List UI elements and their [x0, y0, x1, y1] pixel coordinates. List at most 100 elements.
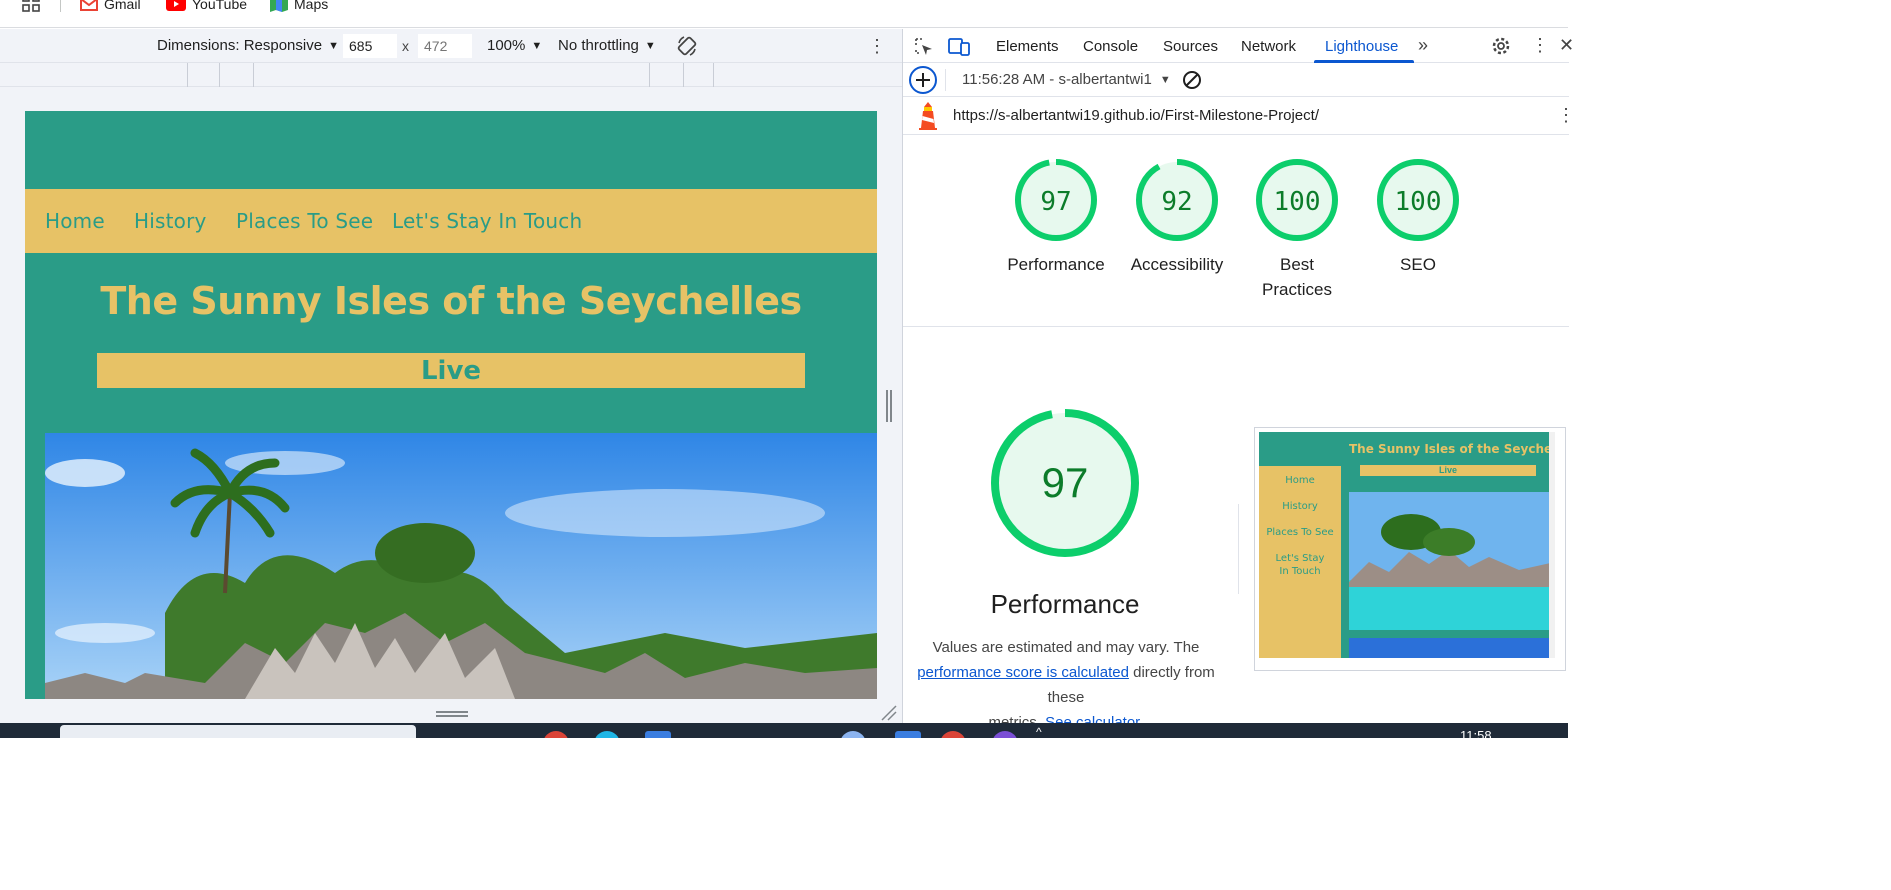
- site-nav-contact[interactable]: Let's Stay In Touch: [392, 209, 582, 233]
- tab-lighthouse[interactable]: Lighthouse: [1325, 38, 1398, 55]
- site-live-banner[interactable]: Live: [97, 353, 805, 388]
- devtools-menu-icon[interactable]: ⋮: [1531, 35, 1549, 56]
- tab-sources[interactable]: Sources: [1163, 38, 1218, 55]
- chevron-up-icon[interactable]: ^: [1036, 725, 1042, 738]
- url-menu-icon[interactable]: ⋮: [1557, 105, 1575, 126]
- gauge-label: Performance: [1007, 255, 1105, 274]
- taskbar-app-icon[interactable]: [840, 731, 866, 738]
- apps-grid-icon[interactable]: [22, 0, 40, 12]
- site-nav-history[interactable]: History: [134, 209, 207, 233]
- device-toolbar-icon[interactable]: [948, 37, 970, 57]
- hero-image: [45, 433, 877, 699]
- gauge-score: 92: [1161, 187, 1192, 217]
- resize-grip-right[interactable]: [886, 390, 892, 422]
- gauge-performance[interactable]: 97 Performance: [1001, 157, 1111, 277]
- dimensions-label: Dimensions: Responsive: [157, 37, 323, 54]
- taskbar-app-icon[interactable]: [594, 731, 620, 738]
- chevron-down-icon: ▼: [644, 39, 656, 52]
- taskbar-search[interactable]: [60, 725, 416, 738]
- youtube-icon: [166, 0, 186, 11]
- bookmarks-separator: [60, 0, 61, 12]
- performance-large-gauge: 97: [991, 409, 1139, 557]
- gauge-ring: 100: [1256, 159, 1338, 241]
- taskbar-app-icon[interactable]: [992, 731, 1018, 738]
- performance-heading: Performance: [990, 589, 1140, 619]
- taskbar-app-icon[interactable]: [543, 731, 569, 738]
- new-report-icon[interactable]: [908, 65, 938, 95]
- thumbnail-hero-image: [1349, 492, 1555, 630]
- chevron-down-icon: ▼: [1159, 73, 1171, 86]
- report-select-label: 11:56:28 AM - s-albertantwi1: [962, 71, 1152, 88]
- ruler-mark: [219, 63, 220, 87]
- zoom-dropdown[interactable]: 100% ▼: [487, 37, 542, 54]
- gauge-ring: 92: [1136, 159, 1218, 241]
- tab-elements[interactable]: Elements: [996, 38, 1059, 55]
- performance-description: Values are estimated and may vary. The p…: [899, 635, 1233, 735]
- close-devtools-icon[interactable]: ✕: [1559, 35, 1574, 56]
- tab-network[interactable]: Network: [1241, 38, 1296, 55]
- resize-grip-bottom[interactable]: [436, 711, 468, 717]
- hero-image-illustration: [45, 433, 877, 699]
- bookmark-label: Gmail: [104, 0, 141, 12]
- device-toolbar: Dimensions: Responsive ▼ x 100% ▼ No thr…: [0, 29, 902, 63]
- gauge-ring: 97: [1015, 159, 1097, 241]
- taskbar-app-icon[interactable]: [645, 731, 671, 738]
- ruler-mark: [187, 63, 188, 87]
- thumbnail-nav-item: Places To See: [1266, 527, 1334, 538]
- tab-console[interactable]: Console: [1083, 38, 1138, 55]
- gauge-score: 100: [1395, 187, 1442, 217]
- site-nav-places[interactable]: Places To See: [236, 209, 373, 233]
- thumbnail-nav-item: History: [1282, 501, 1318, 512]
- thumbnail-banner: Live: [1360, 465, 1536, 476]
- gauge-label: SEO: [1400, 255, 1436, 274]
- throttling-label: No throttling: [558, 37, 639, 54]
- gauge-ring: 100: [1377, 159, 1459, 241]
- final-screenshot-thumbnail[interactable]: Home History Places To See Let's Stay In…: [1254, 427, 1566, 671]
- devtools-tab-bar: Elements Console Sources Network Lightho…: [903, 29, 1574, 63]
- bookmark-maps[interactable]: Maps: [270, 0, 328, 12]
- resize-corner-icon[interactable]: [880, 704, 898, 722]
- section-divider: [903, 326, 1569, 327]
- ruler-mark: [649, 63, 650, 87]
- thumbnail-nav-item: Let's Stay In Touch: [1275, 553, 1325, 577]
- report-bar-divider: [945, 69, 946, 91]
- ruler-mark: [253, 63, 254, 87]
- clear-report-icon[interactable]: [1181, 69, 1203, 91]
- media-query-ruler[interactable]: [0, 63, 902, 87]
- performance-score-link[interactable]: performance score is calculated: [917, 664, 1129, 681]
- bookmark-gmail[interactable]: Gmail: [80, 0, 141, 12]
- gauge-best-practices[interactable]: 100 Best Practices: [1242, 157, 1352, 302]
- settings-gear-icon[interactable]: [1491, 36, 1511, 56]
- height-input[interactable]: [418, 34, 472, 58]
- taskbar-chrome-icon[interactable]: [940, 731, 966, 738]
- bookmark-youtube[interactable]: YouTube: [166, 0, 247, 12]
- lighthouse-report-bar: 11:56:28 AM - s-albertantwi1 ▼: [903, 63, 1569, 97]
- width-input[interactable]: [343, 34, 397, 58]
- audited-url-bar: https://s-albertantwi19.github.io/First-…: [903, 97, 1575, 135]
- dimensions-dropdown[interactable]: Dimensions: Responsive ▼: [157, 37, 339, 54]
- gauge-accessibility[interactable]: 92 Accessibility: [1122, 157, 1232, 277]
- thumbnail-scrollbar: [1549, 432, 1555, 658]
- gauge-label: Best Practices: [1262, 255, 1332, 299]
- inspect-element-icon[interactable]: [914, 37, 934, 57]
- chevron-down-icon: ▼: [328, 39, 339, 52]
- site-nav-home[interactable]: Home: [45, 209, 105, 233]
- report-select[interactable]: 11:56:28 AM - s-albertantwi1 ▼: [962, 71, 1171, 88]
- more-options-icon[interactable]: ⋮: [868, 36, 886, 56]
- more-tabs-icon[interactable]: »: [1418, 35, 1428, 56]
- gauge-seo[interactable]: 100 SEO: [1363, 157, 1473, 277]
- gauge-label: Accessibility: [1130, 255, 1224, 274]
- gmail-icon: [80, 0, 98, 11]
- bookmark-label: YouTube: [192, 0, 248, 12]
- os-taskbar: ^ 11:58: [0, 723, 1568, 738]
- thumbnail-title: The Sunny Isles of the Seychelles: [1349, 442, 1555, 456]
- taskbar-app-icon[interactable]: [895, 731, 921, 738]
- thumbnail-nav-item: Home: [1285, 475, 1315, 486]
- throttling-dropdown[interactable]: No throttling ▼: [558, 37, 656, 54]
- rotate-icon[interactable]: [676, 35, 698, 57]
- ruler-mark: [683, 63, 684, 87]
- thumbnail-nav: Home History Places To See Let's Stay In…: [1259, 474, 1341, 578]
- gauge-score: 100: [1274, 187, 1321, 217]
- bookmark-label: Maps: [294, 0, 329, 12]
- maps-icon: [270, 0, 288, 12]
